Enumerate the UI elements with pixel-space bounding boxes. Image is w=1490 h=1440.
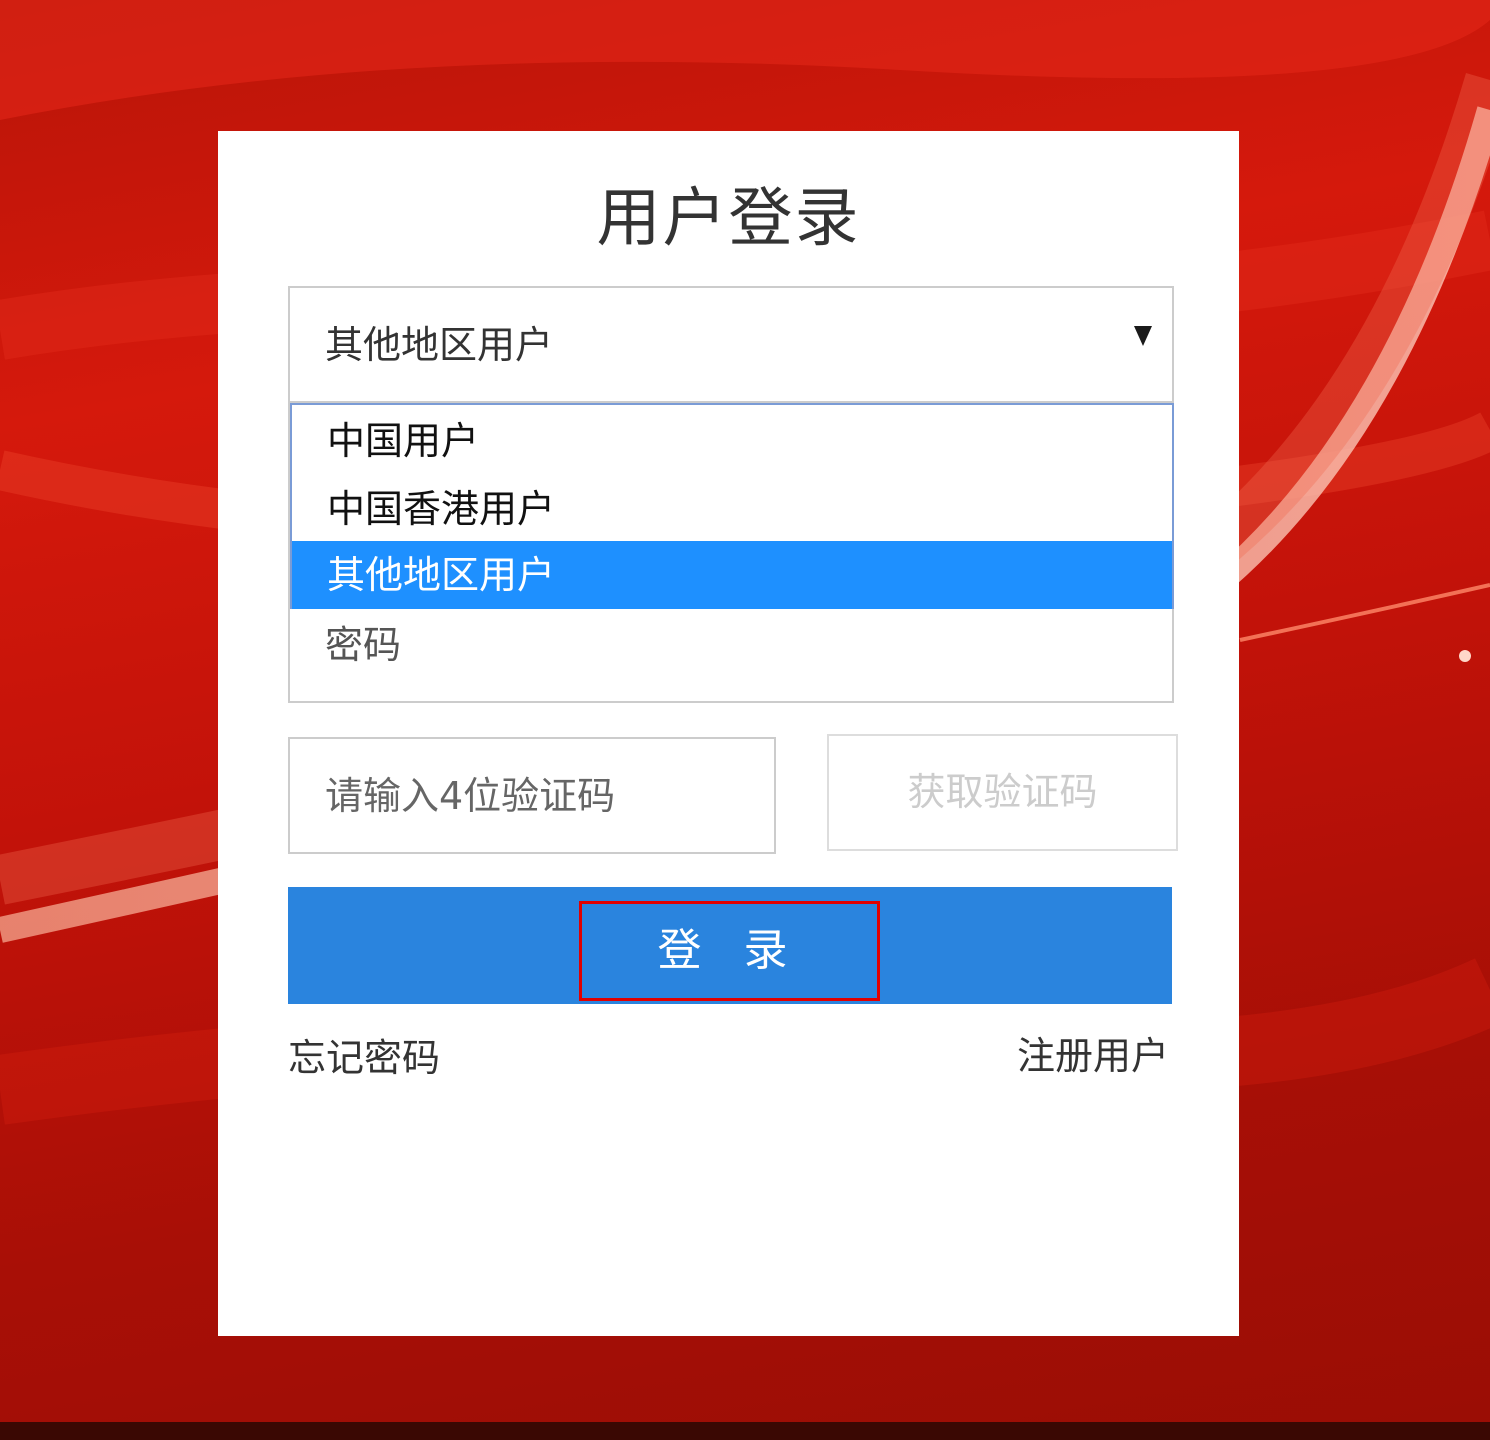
region-select-value: 其他地区用户	[325, 323, 554, 367]
login-button[interactable]: 登 录	[288, 887, 1172, 1004]
get-code-button[interactable]: 获取验证码	[827, 734, 1178, 851]
login-page: 用户登录 其他地区用户 中国用户 中国香港用户 其他地区用户 密码 获取验证码 …	[0, 0, 1490, 1440]
triangle-down-icon	[1134, 326, 1152, 346]
region-dropdown: 中国用户 中国香港用户 其他地区用户 密码	[288, 403, 1174, 703]
region-option-hong-kong[interactable]: 中国香港用户	[292, 475, 1172, 543]
forgot-password-link[interactable]: 忘记密码	[288, 1031, 440, 1085]
region-select[interactable]: 其他地区用户	[288, 286, 1174, 403]
login-button-label: 登 录	[579, 901, 880, 1001]
verification-code-input[interactable]	[288, 737, 776, 854]
bottom-strip	[0, 1422, 1490, 1440]
login-card: 用户登录 其他地区用户 中国用户 中国香港用户 其他地区用户 密码 获取验证码 …	[218, 131, 1239, 1336]
region-option-other[interactable]: 其他地区用户	[292, 541, 1172, 609]
register-link[interactable]: 注册用户	[1017, 1029, 1169, 1083]
region-options-list: 中国用户 中国香港用户 其他地区用户	[290, 403, 1174, 609]
region-option-china[interactable]: 中国用户	[292, 407, 1172, 475]
page-title: 用户登录	[596, 182, 861, 256]
password-placeholder[interactable]: 密码	[325, 618, 401, 672]
